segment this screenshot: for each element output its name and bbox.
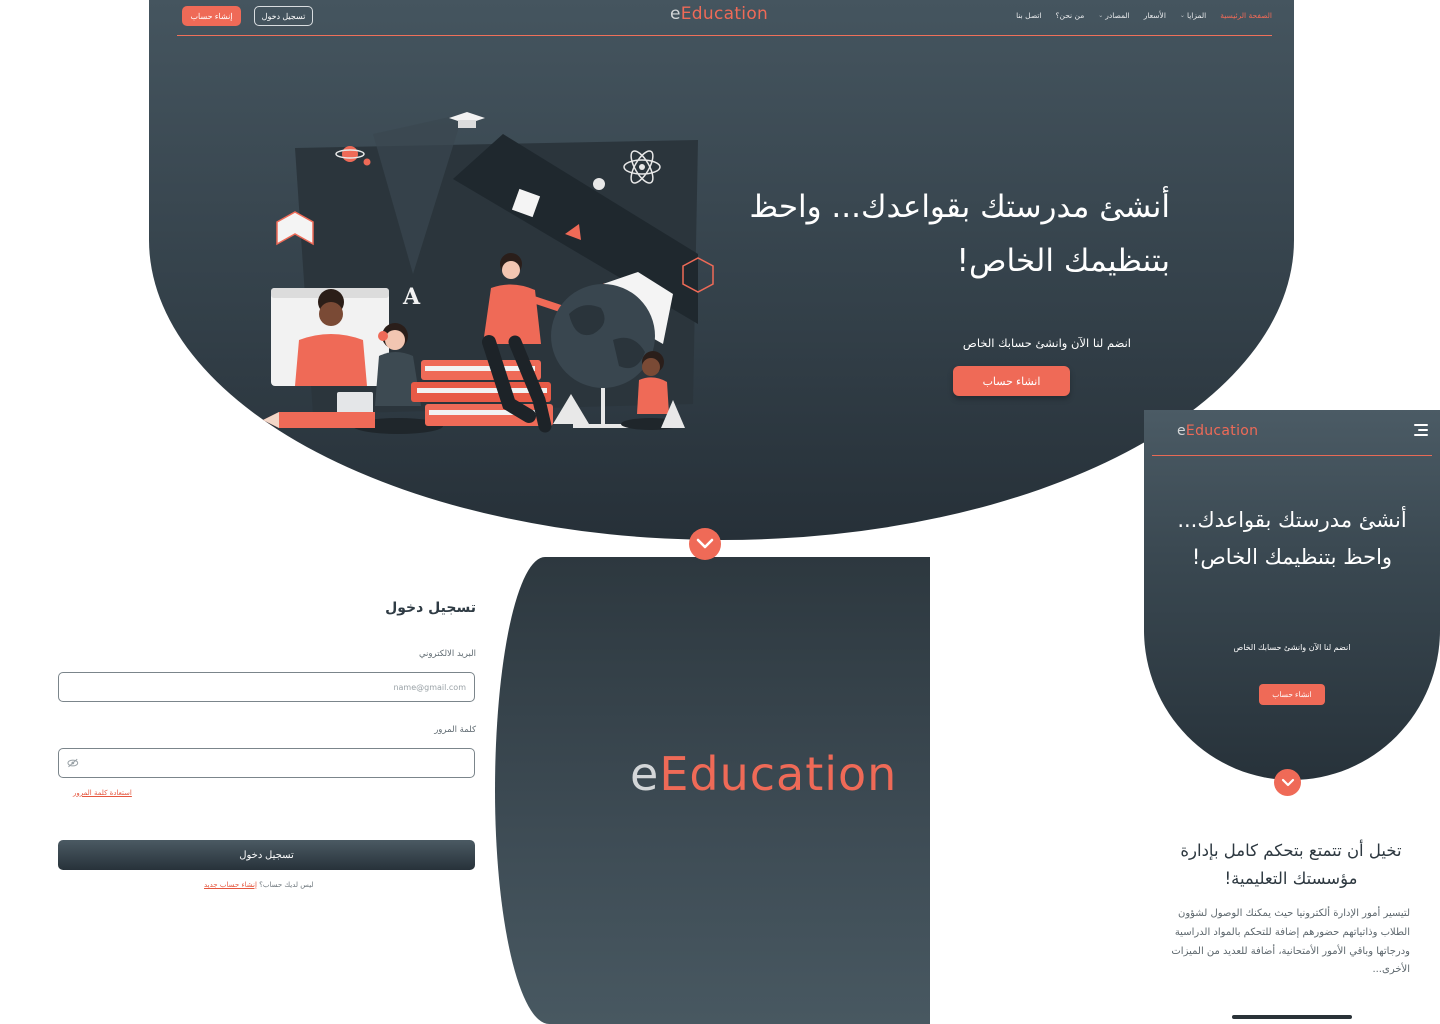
nav-item-resources[interactable]: المصادر ⌄ — [1098, 11, 1130, 20]
hero-signup-button[interactable]: انشاء حساب — [953, 366, 1070, 396]
education-illustration: A — [263, 112, 714, 434]
mobile-hero-section: eEducation أنشئ مدرستك بقواعدك... واحظ ب… — [1144, 410, 1440, 780]
forgot-password-link[interactable]: استعادة كلمة المرور — [73, 789, 132, 797]
email-field-wrapper — [58, 672, 475, 702]
password-field[interactable] — [78, 758, 466, 768]
hero-headline: أنشئ مدرستك بقواعدك... واحظ بتنظيمك الخا… — [749, 189, 1170, 280]
password-label: كلمة المرور — [434, 725, 476, 735]
password-field-wrapper — [58, 748, 475, 778]
nav-login-button[interactable]: تسجيل دخول — [254, 6, 313, 26]
email-field[interactable] — [67, 682, 466, 692]
email-label: البريد الالكتروني — [418, 649, 476, 659]
nav-item-home[interactable]: الصفحة الرئيسية — [1220, 11, 1272, 20]
nav-signup-button[interactable]: إنشاء حساب — [182, 6, 241, 26]
scroll-down-button[interactable] — [689, 528, 721, 560]
brand-logo[interactable]: eEducation — [670, 4, 768, 24]
nav-menu: الصفحة الرئيسية المزايا ⌄ الأسعار المصادر… — [1016, 11, 1272, 20]
nav-item-features[interactable]: المزايا ⌄ — [1180, 11, 1206, 20]
chevron-down-icon — [1281, 778, 1294, 787]
login-form: تسجيل دخول البريد الالكتروني كلمة المرور… — [58, 600, 476, 889]
pencil-icon — [263, 412, 375, 428]
hamburger-menu-icon[interactable] — [1414, 424, 1428, 439]
splash-screen: eEducation — [495, 557, 930, 1024]
nav-item-pricing[interactable]: الأسعار — [1144, 11, 1166, 20]
mobile-brand-logo[interactable]: eEducation — [1177, 423, 1258, 439]
nav-item-about[interactable]: من نحن؟ — [1056, 11, 1085, 20]
eye-off-icon[interactable] — [67, 758, 79, 768]
mobile-scroll-down-button[interactable] — [1274, 769, 1301, 796]
splash-logo: eEducation — [630, 747, 898, 801]
nav-item-contact[interactable]: اتصل بنا — [1016, 11, 1041, 20]
desktop-hero-section: إنشاء حساب تسجيل دخول eEducation الصفحة … — [149, 0, 1294, 540]
mobile-section-text: لتيسير أمور الإدارة ألكترونيا حيث يمكنك … — [1171, 908, 1410, 976]
mobile-section-title: تخيل أن تتمتع بتحكم كامل بإدارة مؤسستك ا… — [1180, 841, 1402, 889]
chevron-down-icon: ⌄ — [1179, 12, 1185, 19]
top-navbar: إنشاء حساب تسجيل دخول eEducation الصفحة … — [177, 0, 1272, 36]
mobile-signup-button[interactable]: انشاء حساب — [1259, 684, 1325, 705]
create-account-link[interactable]: إنشاء حساب جديد — [204, 881, 257, 889]
login-submit-button[interactable]: تسجيل دخول — [58, 840, 475, 870]
home-indicator — [1232, 1015, 1352, 1019]
video-call-frame — [271, 288, 389, 386]
signup-prompt: ليس لديك حساب؟ إنشاء حساب جديد — [204, 881, 314, 889]
mobile-navbar: eEducation — [1152, 410, 1432, 456]
mobile-hero-headline: أنشئ مدرستك بقواعدك... واحظ بتنظيمك الخا… — [1177, 508, 1407, 570]
svg-text:A: A — [402, 284, 421, 310]
login-title: تسجيل دخول — [385, 600, 476, 616]
chevron-down-icon: ⌄ — [1098, 12, 1104, 19]
chevron-down-icon — [696, 538, 714, 549]
mobile-hero-subtitle: انضم لنا الآن وانشئ حسابك الخاص — [1233, 643, 1351, 652]
hero-subtitle: انضم لنا الآن وانشئ حسابك الخاص — [962, 336, 1131, 350]
